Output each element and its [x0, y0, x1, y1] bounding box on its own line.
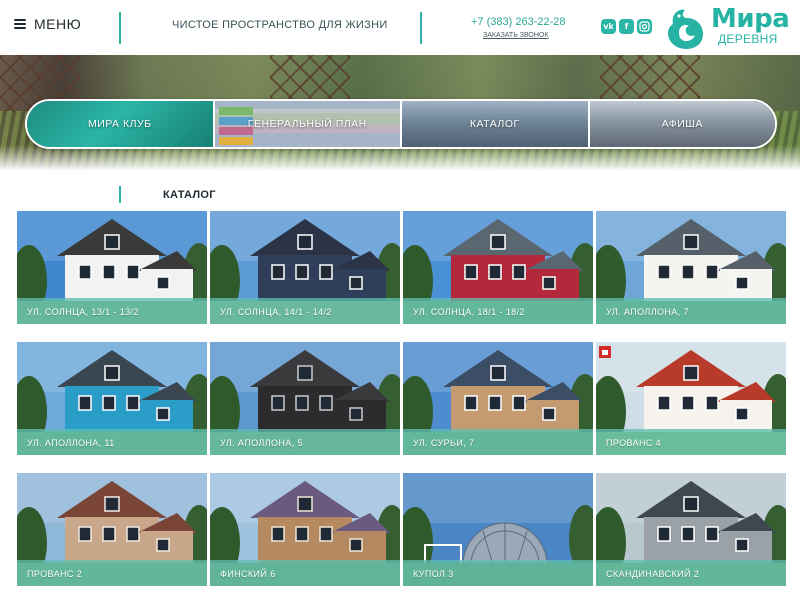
catalog-divider	[119, 186, 121, 203]
tab-afisha[interactable]: АФИША	[589, 101, 775, 147]
catalog-card[interactable]: УЛ. АПОЛЛОНА, 5	[210, 342, 400, 455]
tab-label: МИРА КЛУБ	[87, 118, 152, 130]
catalog-card-label: УЛ. АПОЛЛОНА, 11	[17, 429, 207, 455]
catalog-title: КАТАЛОГ	[163, 189, 216, 201]
menu-button[interactable]: МЕНЮ	[14, 16, 81, 32]
catalog-card-label: УЛ. СОЛНЦА, 18/1 - 18/2	[403, 298, 593, 324]
tab-mira-club[interactable]: МИРА КЛУБ	[27, 101, 215, 147]
catalog-card-label: ПРОВАНС 2	[17, 560, 207, 586]
tab-general-plan[interactable]: ГЕНЕРАЛЬНЫЙ ПЛАН	[214, 101, 402, 147]
callback-link[interactable]: ЗАКАЗАТЬ ЗВОНОК	[483, 32, 548, 39]
catalog-card-label: УЛ. АПОЛЛОНА, 7	[596, 298, 786, 324]
catalog-card-label: КУПОЛ 3	[403, 560, 593, 586]
section-tabs: МИРА КЛУБ ГЕНЕРАЛЬНЫЙ ПЛАН КАТАЛОГ АФИША	[25, 99, 777, 149]
catalog-card[interactable]: УЛ. СУРЬИ, 7	[403, 342, 593, 455]
catalog-card[interactable]: УЛ. СОЛНЦА, 13/1 - 13/2	[17, 211, 207, 324]
facebook-icon[interactable]: f	[619, 19, 634, 34]
catalog-card[interactable]: УЛ. АПОЛЛОНА, 7	[596, 211, 786, 324]
catalog-card-label: СКАНДИНАВСКИЙ 2	[596, 560, 786, 586]
catalog-card-label: УЛ. СОЛНЦА, 14/1 - 14/2	[210, 298, 400, 324]
tab-catalog[interactable]: КАТАЛОГ	[402, 101, 590, 147]
catalog-card-label: ФИНСКИЙ 6	[210, 560, 400, 586]
logo[interactable]: Мира ДЕРЕВНЯ	[665, 4, 791, 50]
catalog-card[interactable]: ПРОВАНС 4	[596, 342, 786, 455]
social-links: vk f	[601, 19, 652, 34]
catalog-card[interactable]: ПРОВАНС 2	[17, 473, 207, 586]
logo-word: Мира	[711, 4, 790, 34]
site-header: МЕНЮ ЧИСТОЕ ПРОСТРАНСТВО ДЛЯ ЖИЗНИ +7 (3…	[0, 0, 800, 55]
catalog-card[interactable]: УЛ. СОЛНЦА, 14/1 - 14/2	[210, 211, 400, 324]
instagram-icon[interactable]	[637, 19, 652, 34]
phone-link[interactable]: +7 (383) 263-22-28	[471, 16, 565, 28]
catalog-card-label: УЛ. СОЛНЦА, 13/1 - 13/2	[17, 298, 207, 324]
home-badge-icon	[599, 346, 611, 358]
header-divider	[420, 12, 422, 44]
tab-label: КАТАЛОГ	[469, 118, 520, 130]
catalog-card[interactable]: УЛ. АПОЛЛОНА, 11	[17, 342, 207, 455]
vk-icon[interactable]: vk	[601, 19, 616, 34]
hamburger-icon	[14, 19, 26, 29]
catalog-card-label: ПРОВАНС 4	[596, 429, 786, 455]
catalog-card-label: УЛ. СУРЬИ, 7	[403, 429, 593, 455]
tab-label: ГЕНЕРАЛЬНЫЙ ПЛАН	[247, 118, 367, 130]
catalog-card[interactable]: УЛ. СОЛНЦА, 18/1 - 18/2	[403, 211, 593, 324]
menu-label: МЕНЮ	[34, 16, 82, 32]
catalog-card[interactable]: КУПОЛ 3	[403, 473, 593, 586]
catalog-card[interactable]: СКАНДИНАВСКИЙ 2	[596, 473, 786, 586]
tab-label: АФИША	[661, 118, 703, 130]
catalog-card[interactable]: ФИНСКИЙ 6	[210, 473, 400, 586]
catalog-grid: УЛ. СОЛНЦА, 13/1 - 13/2 УЛ. СОЛНЦА, 14/1…	[17, 211, 793, 586]
logo-bird-icon	[668, 9, 703, 49]
tagline: ЧИСТОЕ ПРОСТРАНСТВО ДЛЯ ЖИЗНИ	[172, 19, 388, 31]
logo-subtitle: ДЕРЕВНЯ	[718, 32, 778, 46]
catalog-card-label: УЛ. АПОЛЛОНА, 5	[210, 429, 400, 455]
header-divider	[119, 12, 121, 44]
